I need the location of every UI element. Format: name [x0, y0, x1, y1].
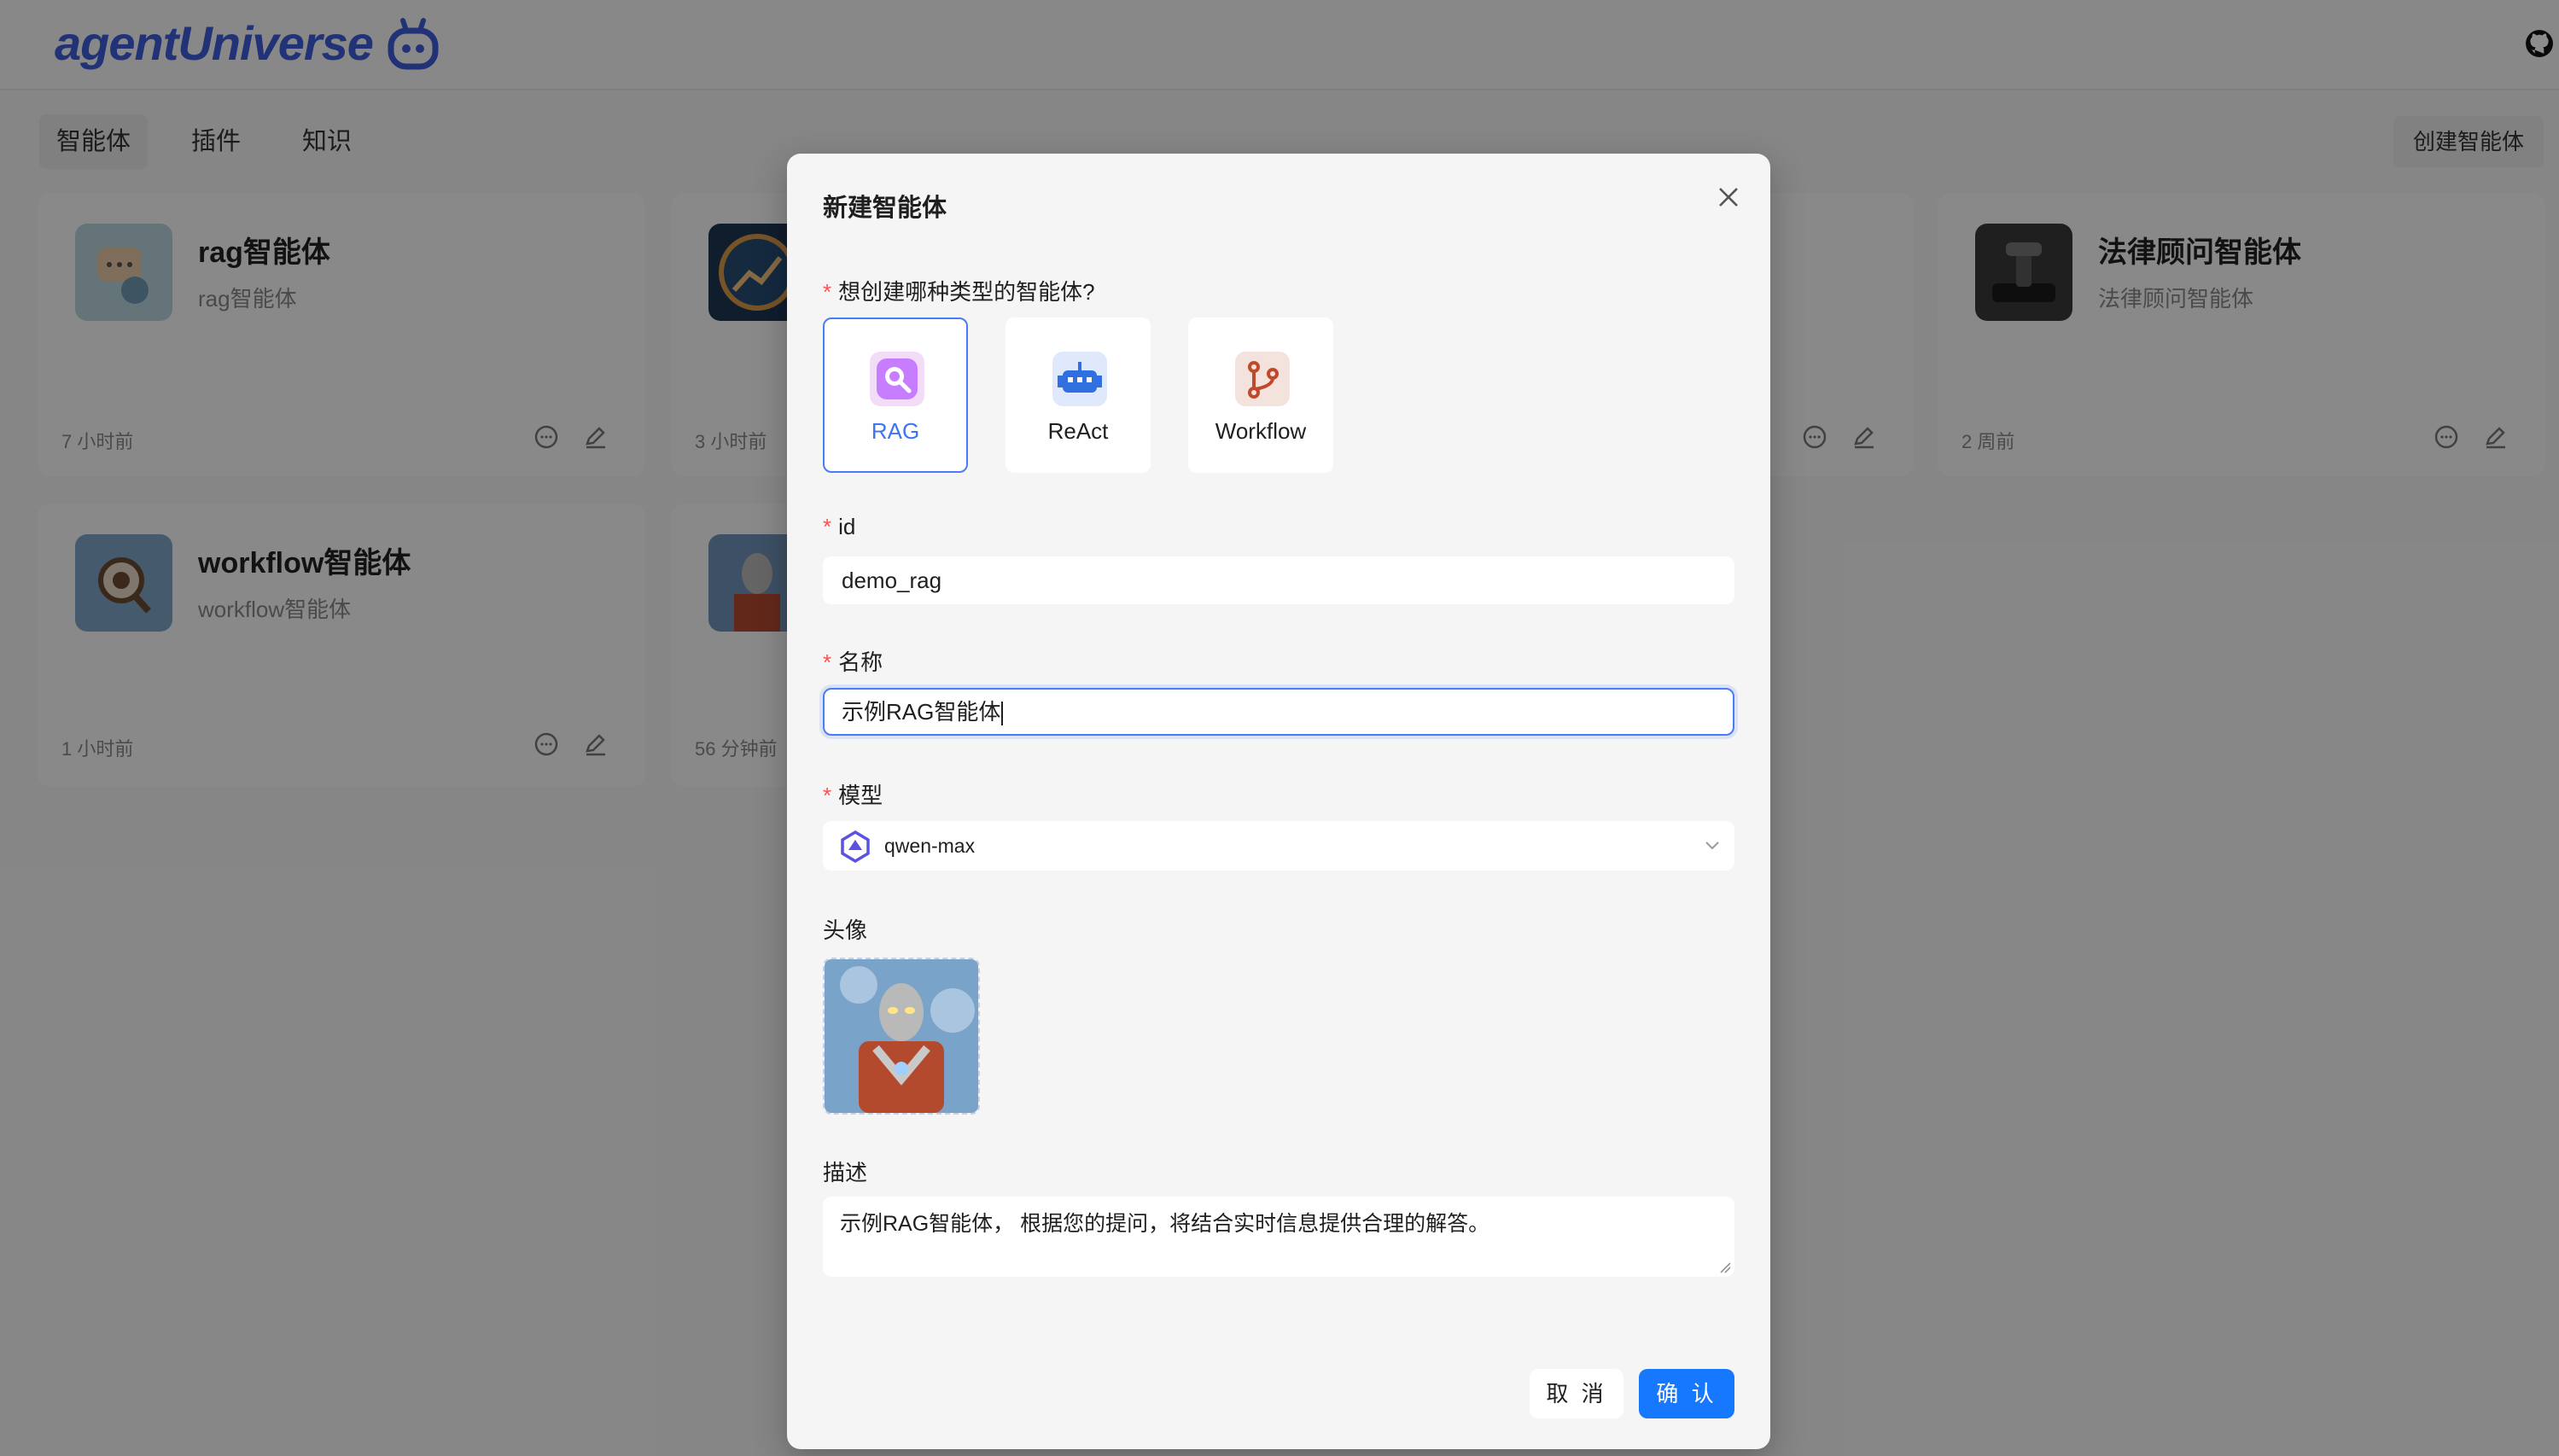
- type-label: RAG: [871, 418, 920, 444]
- name-label: * 名称: [823, 649, 883, 675]
- avatar-image: [825, 959, 978, 1113]
- avatar-label: 头像: [823, 917, 868, 943]
- dialog-title: 新建智能体: [823, 195, 947, 222]
- description-label: 描述: [823, 1160, 868, 1185]
- type-question-label: * 想创建哪种类型的智能体?: [823, 279, 1095, 305]
- create-agent-dialog: 新建智能体 * 想创建哪种类型的智能体? RAG ReAct Workflow …: [787, 154, 1770, 1449]
- type-label: ReAct: [1047, 418, 1109, 444]
- id-label: * id: [823, 514, 856, 539]
- type-label: Workflow: [1215, 418, 1307, 444]
- avatar-upload[interactable]: [823, 958, 980, 1115]
- cancel-button[interactable]: 取 消: [1530, 1369, 1623, 1418]
- type-option-workflow[interactable]: Workflow: [1188, 317, 1333, 473]
- description-textarea[interactable]: 示例RAG智能体， 根据您的提问，将结合实时信息提供合理的解答。: [823, 1197, 1734, 1277]
- branch-icon: [1235, 352, 1290, 406]
- resize-handle-icon[interactable]: [1717, 1260, 1731, 1273]
- text-caret: [1001, 702, 1004, 726]
- confirm-button[interactable]: 确 认: [1639, 1369, 1734, 1418]
- name-input[interactable]: 示例RAG智能体: [823, 688, 1734, 736]
- model-select[interactable]: qwen-max: [823, 821, 1734, 871]
- id-input[interactable]: demo_rag: [823, 556, 1734, 604]
- type-option-react[interactable]: ReAct: [1006, 317, 1151, 473]
- qwen-logo-icon: [841, 830, 870, 864]
- close-icon[interactable]: [1714, 183, 1743, 212]
- type-option-rag[interactable]: RAG: [823, 317, 968, 473]
- model-value: qwen-max: [884, 835, 976, 857]
- search-icon: [870, 352, 924, 406]
- robot-icon: [1052, 352, 1107, 406]
- model-label: * 模型: [823, 783, 883, 808]
- chevron-down-icon: [1705, 842, 1719, 850]
